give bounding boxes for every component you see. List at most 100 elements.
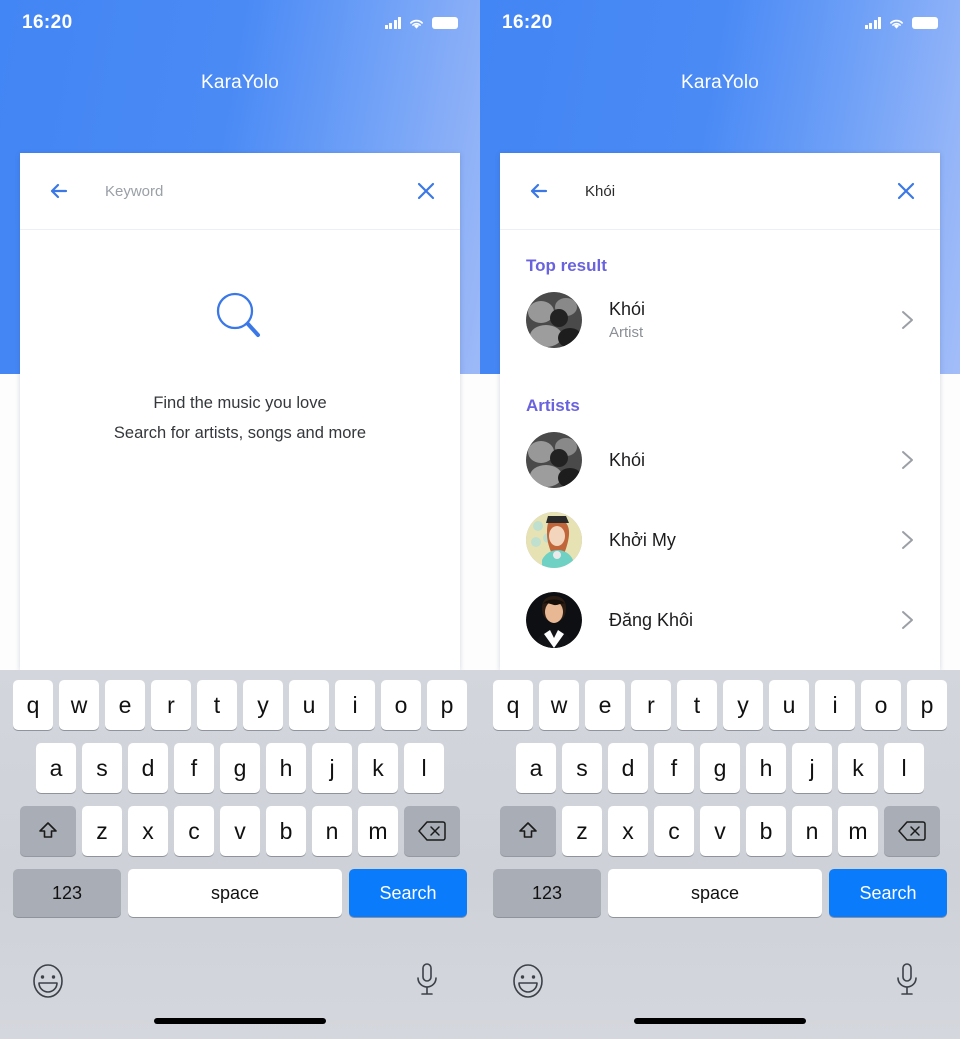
space-key[interactable]: space bbox=[128, 869, 342, 917]
key-a[interactable]: a bbox=[516, 743, 556, 793]
key-e[interactable]: e bbox=[585, 680, 625, 730]
onscreen-keyboards: q w e r t y u i o p a s d f g h j k l z … bbox=[0, 670, 960, 1039]
chevron-right-icon[interactable] bbox=[896, 449, 918, 471]
numbers-key[interactable]: 123 bbox=[493, 869, 601, 917]
key-r[interactable]: r bbox=[631, 680, 671, 730]
key-h[interactable]: h bbox=[746, 743, 786, 793]
microphone-icon[interactable] bbox=[892, 961, 922, 999]
key-z[interactable]: z bbox=[562, 806, 602, 856]
key-g[interactable]: g bbox=[700, 743, 740, 793]
key-n[interactable]: n bbox=[792, 806, 832, 856]
key-q[interactable]: q bbox=[493, 680, 533, 730]
magnifier-icon bbox=[216, 292, 260, 337]
key-p[interactable]: p bbox=[427, 680, 467, 730]
search-key[interactable]: Search bbox=[829, 869, 947, 917]
shift-up-arrow-icon[interactable] bbox=[20, 806, 76, 856]
key-i[interactable]: i bbox=[815, 680, 855, 730]
close-icon[interactable] bbox=[414, 179, 438, 203]
key-x[interactable]: x bbox=[608, 806, 648, 856]
chevron-right-icon[interactable] bbox=[896, 529, 918, 551]
key-r[interactable]: r bbox=[151, 680, 191, 730]
result-row-artist[interactable]: Khói bbox=[500, 420, 940, 500]
key-j[interactable]: j bbox=[792, 743, 832, 793]
key-t[interactable]: t bbox=[677, 680, 717, 730]
wifi-icon bbox=[890, 19, 903, 29]
key-b[interactable]: b bbox=[746, 806, 786, 856]
key-e[interactable]: e bbox=[105, 680, 145, 730]
right-search-card: Khói Top result Khói Artist Artists Khói… bbox=[500, 153, 940, 670]
result-row-top-result[interactable]: Khói Artist bbox=[500, 280, 940, 360]
left-phone-panel: 16:20 KaraYolo Keyword Find the music yo… bbox=[0, 0, 480, 670]
key-x[interactable]: x bbox=[128, 806, 168, 856]
key-m[interactable]: m bbox=[358, 806, 398, 856]
result-row-text: Đăng Khôi bbox=[582, 610, 896, 631]
key-p[interactable]: p bbox=[907, 680, 947, 730]
key-f[interactable]: f bbox=[174, 743, 214, 793]
status-time: 16:20 bbox=[22, 12, 73, 33]
key-s[interactable]: s bbox=[562, 743, 602, 793]
key-v[interactable]: v bbox=[700, 806, 740, 856]
emoji-smiley-icon[interactable] bbox=[510, 963, 546, 999]
emoji-smiley-icon[interactable] bbox=[30, 963, 66, 999]
key-y[interactable]: y bbox=[243, 680, 283, 730]
close-icon[interactable] bbox=[894, 179, 918, 203]
left-search-card: Keyword Find the music you love Search f… bbox=[20, 153, 460, 670]
search-input[interactable]: Khói bbox=[556, 183, 894, 200]
numbers-key[interactable]: 123 bbox=[13, 869, 121, 917]
key-c[interactable]: c bbox=[174, 806, 214, 856]
key-n[interactable]: n bbox=[312, 806, 352, 856]
artist-avatar bbox=[526, 592, 582, 648]
shift-up-arrow-icon[interactable] bbox=[500, 806, 556, 856]
empty-state-text: Find the music you love Search for artis… bbox=[114, 388, 366, 448]
key-j[interactable]: j bbox=[312, 743, 352, 793]
key-w[interactable]: w bbox=[539, 680, 579, 730]
chevron-right-icon[interactable] bbox=[896, 609, 918, 631]
backspace-delete-icon[interactable] bbox=[404, 806, 460, 856]
home-indicator-bar bbox=[154, 1018, 326, 1024]
key-u[interactable]: u bbox=[769, 680, 809, 730]
key-d[interactable]: d bbox=[608, 743, 648, 793]
search-input[interactable]: Keyword bbox=[76, 183, 414, 200]
key-l[interactable]: l bbox=[404, 743, 444, 793]
key-i[interactable]: i bbox=[335, 680, 375, 730]
key-q[interactable]: q bbox=[13, 680, 53, 730]
back-arrow-icon[interactable] bbox=[526, 176, 556, 206]
cellular-signal-icon bbox=[864, 17, 881, 29]
key-z[interactable]: z bbox=[82, 806, 122, 856]
key-u[interactable]: u bbox=[289, 680, 329, 730]
left-search-bar: Keyword bbox=[20, 153, 460, 230]
back-arrow-icon[interactable] bbox=[46, 176, 76, 206]
left-keyboard-bottom-bar bbox=[0, 951, 480, 1039]
section-divider-gap bbox=[500, 360, 940, 370]
key-k[interactable]: k bbox=[358, 743, 398, 793]
key-d[interactable]: d bbox=[128, 743, 168, 793]
key-t[interactable]: t bbox=[197, 680, 237, 730]
key-h[interactable]: h bbox=[266, 743, 306, 793]
key-a[interactable]: a bbox=[36, 743, 76, 793]
chevron-right-icon[interactable] bbox=[896, 309, 918, 331]
key-o[interactable]: o bbox=[381, 680, 421, 730]
search-key[interactable]: Search bbox=[349, 869, 467, 917]
result-title: Khởi My bbox=[609, 529, 676, 550]
microphone-icon[interactable] bbox=[412, 961, 442, 999]
key-g[interactable]: g bbox=[220, 743, 260, 793]
key-o[interactable]: o bbox=[861, 680, 901, 730]
key-l[interactable]: l bbox=[884, 743, 924, 793]
key-y[interactable]: y bbox=[723, 680, 763, 730]
backspace-delete-icon[interactable] bbox=[884, 806, 940, 856]
key-f[interactable]: f bbox=[654, 743, 694, 793]
empty-state: Find the music you love Search for artis… bbox=[20, 230, 460, 448]
key-v[interactable]: v bbox=[220, 806, 260, 856]
home-indicator-bar bbox=[634, 1018, 806, 1024]
key-w[interactable]: w bbox=[59, 680, 99, 730]
key-c[interactable]: c bbox=[654, 806, 694, 856]
result-row-artist[interactable]: Khởi My bbox=[500, 500, 940, 580]
key-s[interactable]: s bbox=[82, 743, 122, 793]
result-row-artist[interactable]: Đăng Khôi bbox=[500, 580, 940, 660]
keyboard-row-3: z x c v b n m bbox=[483, 806, 957, 856]
battery-icon bbox=[432, 17, 458, 29]
key-m[interactable]: m bbox=[838, 806, 878, 856]
key-k[interactable]: k bbox=[838, 743, 878, 793]
key-b[interactable]: b bbox=[266, 806, 306, 856]
space-key[interactable]: space bbox=[608, 869, 822, 917]
